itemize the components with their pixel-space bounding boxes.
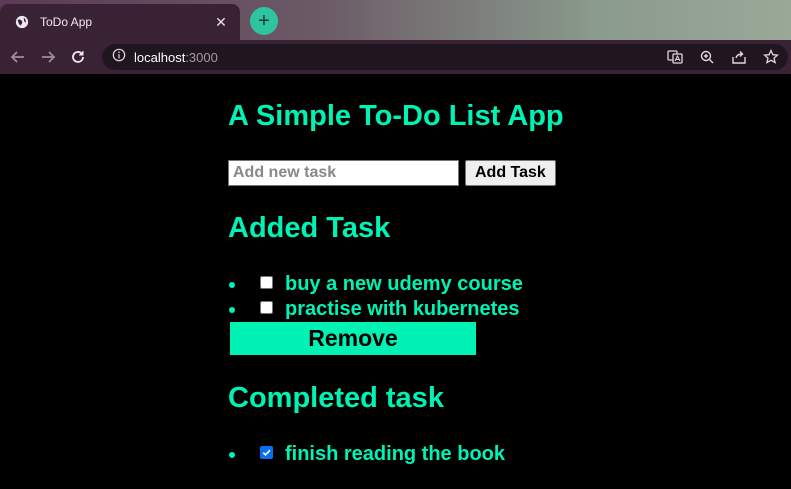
added-task-heading: Added Task (228, 212, 391, 244)
back-arrow-icon[interactable] (6, 45, 30, 69)
completed-task-heading: Completed task (228, 382, 444, 414)
share-icon[interactable] (730, 48, 748, 66)
url-port: :3000 (185, 49, 218, 65)
bullet-icon (229, 281, 235, 288)
list-item: practise with kubernetes (228, 297, 523, 322)
add-task-button[interactable]: Add Task (465, 160, 556, 186)
task-checkbox[interactable] (260, 276, 273, 289)
page-title: A Simple To-Do List App (228, 100, 564, 132)
bullet-icon (229, 306, 235, 313)
browser-tab[interactable]: ToDo App ✕ (0, 4, 240, 40)
task-checkbox-checked[interactable] (260, 446, 273, 459)
task-label: buy a new udemy course (285, 273, 523, 295)
task-label: practise with kubernetes (285, 298, 520, 320)
globe-icon (14, 14, 30, 30)
added-task-list: buy a new udemy course practise with kub… (228, 272, 523, 322)
remove-button[interactable]: Remove (230, 322, 476, 355)
browser-toolbar: localhost:3000 (0, 40, 791, 74)
completed-task-list: finish reading the book (228, 442, 505, 467)
new-task-input[interactable] (228, 160, 459, 186)
address-bar[interactable]: localhost:3000 (102, 44, 788, 70)
tab-title: ToDo App (40, 15, 93, 29)
browser-tab-strip: ToDo App ✕ + (0, 0, 791, 40)
bookmark-star-icon[interactable] (762, 48, 780, 66)
add-task-form: Add Task (228, 160, 556, 186)
list-item: buy a new udemy course (228, 272, 523, 297)
close-icon[interactable]: ✕ (212, 14, 230, 31)
list-item: finish reading the book (228, 442, 505, 467)
task-checkbox[interactable] (260, 301, 273, 314)
checkmark-icon (262, 449, 271, 457)
reload-icon[interactable] (66, 45, 90, 69)
translate-icon[interactable] (666, 48, 684, 66)
url-host: localhost (134, 49, 186, 65)
forward-arrow-icon[interactable] (36, 45, 60, 69)
page-content: A Simple To-Do List App Add Task Added T… (0, 74, 791, 489)
new-tab-button[interactable]: + (250, 7, 278, 35)
info-icon[interactable] (112, 48, 126, 67)
bullet-icon (229, 451, 235, 458)
task-label: finish reading the book (285, 443, 506, 465)
zoom-icon[interactable] (698, 48, 716, 66)
